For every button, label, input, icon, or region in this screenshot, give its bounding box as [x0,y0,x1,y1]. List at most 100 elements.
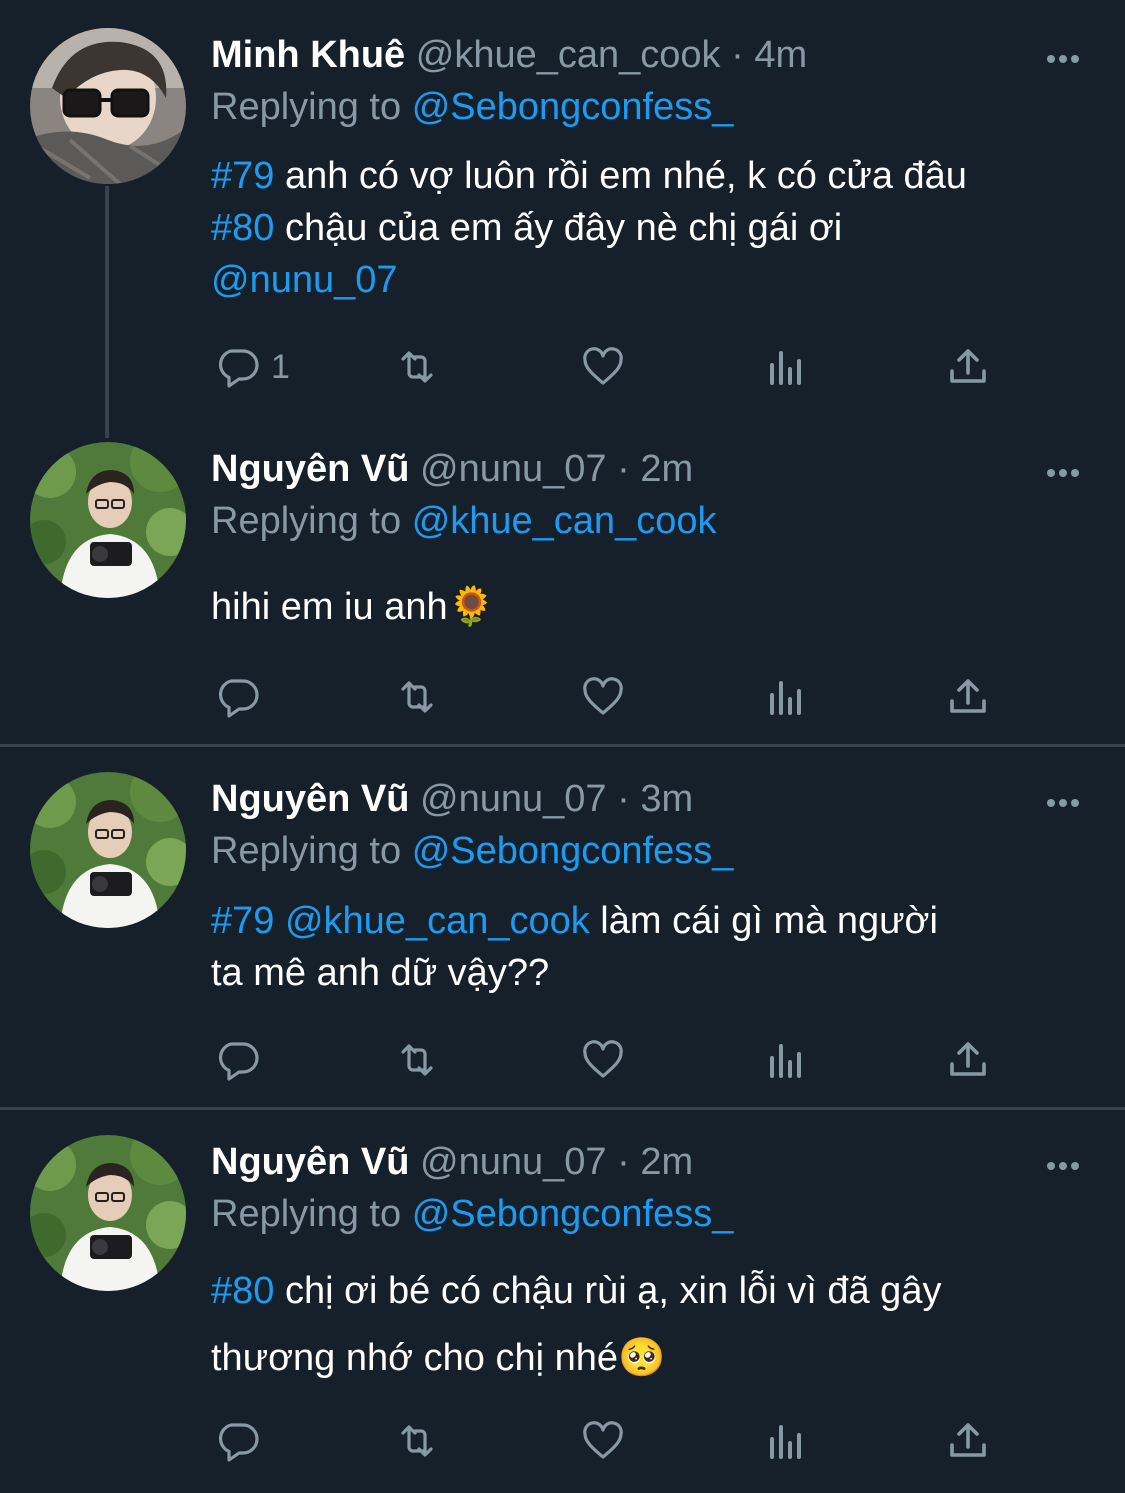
more-icon[interactable] [1047,464,1087,477]
sunflower-emoji: 🌻 [447,584,495,628]
pleading-face-emoji: 🥺 [617,1335,666,1379]
replying-to-label: Replying to [211,500,402,542]
display-name[interactable]: Nguyên Vũ [211,1141,409,1183]
retweet-icon [401,351,433,383]
user-handle[interactable]: @nunu_07 · 3m [420,778,693,820]
display-name[interactable]: Nguyên Vũ [211,448,409,490]
replying-to-handle[interactable]: @Sebongconfess_ [412,1193,734,1235]
tweet-text-line: thương nhớ cho chị nhé🥺 [211,1324,1091,1391]
tweet-text-line: hihi em iu anh🌻 [211,580,1091,633]
views-icon [770,681,801,715]
tweet[interactable]: Nguyên Vũ @nunu_07 · 3m Replying to @Seb… [0,747,1125,1107]
display-name[interactable]: Nguyên Vũ [211,778,409,820]
views-button[interactable] [762,672,810,722]
retweet-button[interactable] [393,1416,441,1466]
tweet-actions [211,672,1011,722]
retweet-button[interactable] [393,1035,441,1085]
views-button[interactable] [762,1416,810,1466]
views-button[interactable] [762,1035,810,1085]
retweet-icon [401,1044,433,1076]
hashtag-link[interactable]: #80 [211,207,274,249]
display-name[interactable]: Minh Khuê [211,34,405,76]
hashtag-link[interactable]: #79 [211,900,274,942]
avatar-nguyen-vu[interactable] [30,1135,186,1291]
heart-icon [583,1421,623,1459]
reply-button[interactable] [213,1416,261,1466]
share-button[interactable] [944,672,992,722]
replying-to: Replying to @Sebongconfess_ [211,1190,733,1238]
hashtag-link[interactable]: #79 [211,155,274,197]
tweet-header: Nguyên Vũ @nunu_07 · 3m [211,775,693,823]
avatar-minh-khue[interactable] [30,28,186,184]
tweet-actions [211,1035,1011,1085]
tweet-header: Nguyên Vũ @nunu_07 · 2m [211,1138,693,1186]
like-button[interactable] [579,1416,627,1466]
views-icon [770,351,801,385]
tweet-text: #80 chị ơi bé có chậu rùi ạ, xin lỗi vì … [211,1258,1091,1391]
user-handle[interactable]: @nunu_07 · 2m [420,1141,693,1183]
share-icon [950,349,986,383]
replying-to-label: Replying to [211,830,402,872]
replying-to-handle[interactable]: @khue_can_cook [412,500,717,542]
more-icon[interactable] [1047,1157,1087,1170]
avatar-image [30,1135,186,1291]
replying-to-handle[interactable]: @Sebongconfess_ [412,86,734,128]
tweet-header: Nguyên Vũ @nunu_07 · 2m [211,445,693,493]
tweet[interactable]: Nguyên Vũ @nunu_07 · 2m Replying to @khu… [0,430,1125,745]
like-button[interactable] [579,1035,627,1085]
user-handle[interactable]: @nunu_07 · 2m [420,448,693,490]
share-button[interactable] [944,342,992,392]
retweet-button[interactable] [393,672,441,722]
like-button[interactable] [579,342,627,392]
more-icon[interactable] [1047,50,1087,63]
replying-to: Replying to @Sebongconfess_ [211,83,733,131]
replying-to-label: Replying to [211,1193,402,1235]
tweet[interactable]: Minh Khuê @khue_can_cook · 4m Replying t… [0,0,1125,430]
tweet-text-line: #80 chậu của em ấy đây nè chị gái ơi [211,202,1091,254]
handle-text: @nunu_07 [420,1141,607,1183]
retweet-icon [401,681,433,713]
tweet-text-line: @nunu_07 [211,254,1091,306]
retweet-button[interactable] [393,342,441,392]
tweet-text: hihi em iu anh🌻 [211,580,1091,633]
text-span: hihi em iu anh [211,586,448,628]
tweet-text-line: #79 @khue_can_cook làm cái gì mà người [211,895,1091,947]
like-button[interactable] [579,672,627,722]
reply-button[interactable]: 1 [213,342,290,392]
share-icon [950,679,986,713]
timestamp: 3m [640,778,694,820]
more-icon[interactable] [1047,794,1087,807]
share-icon [950,1042,986,1076]
text-span: làm cái gì mà người [589,900,938,942]
reply-button[interactable] [213,672,261,722]
reply-count: 1 [271,347,290,386]
text-span: chị ơi bé có chậu rùi ạ, xin lỗi vì đã g… [274,1270,942,1312]
mention-link[interactable]: @khue_can_cook [285,900,590,942]
tweet-actions: 1 [211,342,1011,392]
share-button[interactable] [944,1035,992,1085]
tweet-text-line: #80 chị ơi bé có chậu rùi ạ, xin lỗi vì … [211,1258,1091,1324]
tweet[interactable]: Nguyên Vũ @nunu_07 · 2m Replying to @Seb… [0,1110,1125,1493]
avatar-nguyen-vu[interactable] [30,442,186,598]
views-icon [770,1425,801,1459]
replying-to-label: Replying to [211,86,402,128]
replying-to-handle[interactable]: @Sebongconfess_ [412,830,734,872]
tweet-text: #79 @khue_can_cook làm cái gì mà người t… [211,895,1091,999]
mention-link[interactable]: @nunu_07 [211,259,398,301]
heart-icon [583,347,623,385]
hashtag-link[interactable]: #80 [211,1270,274,1312]
user-handle[interactable]: @khue_can_cook · 4m [416,34,807,76]
reply-icon [218,1423,259,1462]
avatar-nguyen-vu[interactable] [30,772,186,928]
reply-icon [218,1042,259,1081]
text-span: chậu của em ấy đây nè chị gái ơi [274,207,843,249]
avatar-image [30,28,186,184]
reply-button[interactable] [213,1035,261,1085]
tweet-text: #79 anh có vợ luôn rồi em nhé, k có cửa … [211,150,1091,306]
share-icon [950,1423,986,1457]
tweet-actions [211,1416,1011,1466]
timestamp: 4m [754,34,808,76]
share-button[interactable] [944,1416,992,1466]
views-button[interactable] [762,342,810,392]
views-icon [770,1044,801,1078]
